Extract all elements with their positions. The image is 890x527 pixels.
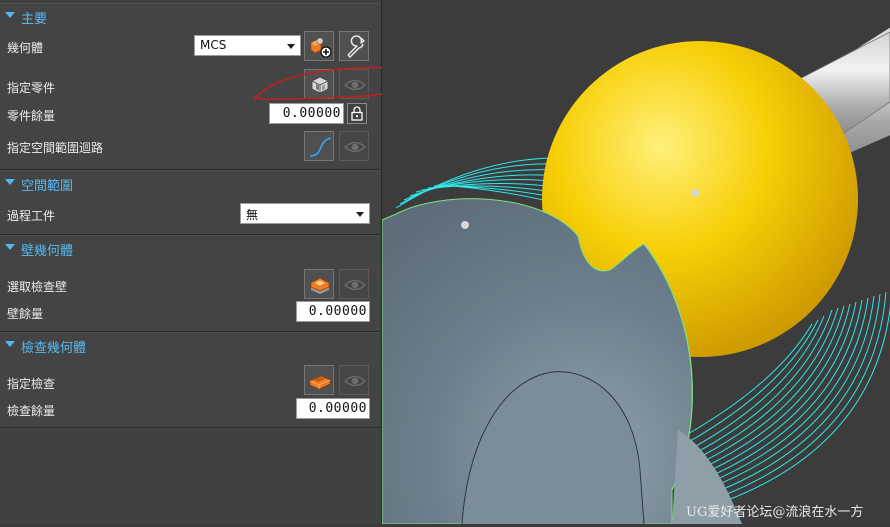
wall-face-icon	[310, 277, 330, 294]
check-geometry-group: 檢查幾何體 指定檢查 檢查餘量 0.00000	[0, 332, 380, 428]
eye-icon	[344, 375, 366, 387]
check-stock-input[interactable]: 0.00000	[296, 398, 370, 419]
wall-stock-input[interactable]: 0.00000	[296, 301, 370, 322]
geometry-label: 幾何體	[7, 41, 44, 55]
space-range-group: 空間範圍 過程工件 無	[0, 170, 380, 235]
check-stock-row: 檢查餘量 0.00000	[0, 395, 380, 425]
show-boundary-button[interactable]	[339, 131, 369, 161]
wall-stock-row: 壁餘量 0.00000	[0, 298, 380, 328]
boundary-label: 指定空間範圍迴路	[7, 141, 104, 155]
check-row: 指定檢查	[0, 364, 380, 395]
boundary-row: 指定空間範圍迴路	[0, 130, 380, 161]
wall-geometry-group-title: 壁幾何體	[21, 244, 74, 259]
check-geometry-group-header[interactable]: 檢查幾何體	[0, 333, 380, 357]
check-wall-row: 選取檢查壁	[0, 267, 380, 299]
graphics-viewport[interactable]	[381, 0, 890, 525]
part-stock-label: 零件餘量	[7, 109, 56, 123]
edit-geometry-button[interactable]	[339, 31, 369, 61]
collapse-triangle-icon	[5, 12, 15, 18]
collapse-triangle-icon	[5, 179, 15, 185]
wrench-icon	[347, 35, 365, 58]
show-check-wall-button[interactable]	[339, 269, 369, 299]
select-check-wall-button[interactable]	[304, 269, 334, 299]
workpiece-point	[461, 221, 469, 229]
part-stock-lock-button[interactable]	[347, 103, 367, 124]
specify-check-label: 指定檢查	[7, 377, 56, 391]
show-check-button[interactable]	[339, 365, 369, 395]
specify-boundary-button[interactable]	[304, 131, 334, 161]
ipw-select-value: 無	[246, 208, 259, 222]
wall-stock-label: 壁餘量	[7, 307, 44, 321]
new-geometry-icon	[310, 37, 332, 58]
space-range-group-header[interactable]: 空間範圍	[0, 171, 380, 195]
new-geometry-button[interactable]	[304, 31, 334, 61]
eye-icon	[344, 279, 366, 291]
watermark-text: UG爱好者论坛@流浪在水一方	[686, 505, 864, 520]
collapse-triangle-icon	[5, 244, 15, 250]
tool-center-point	[691, 189, 699, 197]
part-stock-input[interactable]: 0.00000	[269, 103, 344, 124]
check-geometry-group-title: 檢查幾何體	[21, 341, 87, 356]
lock-icon	[351, 106, 363, 121]
ipw-label: 過程工件	[7, 209, 56, 223]
eye-icon	[344, 141, 366, 153]
part-stock-row: 零件餘量 0.00000	[0, 100, 380, 130]
collapse-triangle-icon	[5, 341, 15, 347]
ipw-row: 過程工件 無	[0, 200, 380, 230]
curve-icon	[309, 137, 332, 157]
chevron-down-icon	[287, 44, 295, 49]
check-stock-label: 檢查餘量	[7, 404, 56, 418]
check-wall-label: 選取檢查壁	[7, 280, 68, 294]
main-group-title: 主要	[21, 12, 48, 27]
model-view	[381, 27, 890, 525]
chevron-down-icon	[356, 212, 364, 217]
main-group-header[interactable]: 主要	[0, 4, 380, 28]
ipw-select[interactable]: 無	[240, 203, 370, 224]
wall-geometry-group-header[interactable]: 壁幾何體	[0, 236, 380, 260]
geometry-row: 幾何體 MCS	[0, 31, 380, 61]
wall-geometry-group: 壁幾何體 選取檢查壁 壁餘量 0.00000	[0, 235, 380, 332]
check-body-icon	[309, 375, 331, 390]
specify-part-label: 指定零件	[7, 81, 56, 95]
geometry-select-value: MCS	[200, 38, 227, 52]
space-range-group-title: 空間範圍	[21, 179, 74, 194]
specify-check-button[interactable]	[304, 365, 334, 395]
geometry-select[interactable]: MCS	[194, 35, 301, 56]
